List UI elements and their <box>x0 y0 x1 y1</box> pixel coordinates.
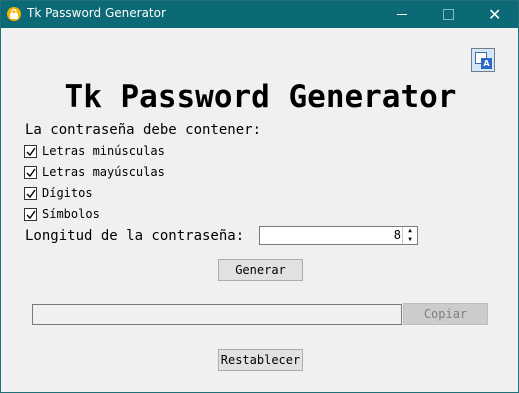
minimize-icon <box>397 14 407 15</box>
checkbox-label[interactable]: Letras minúsculas <box>42 144 165 158</box>
translate-button[interactable]: A <box>471 48 495 72</box>
copy-button[interactable]: Copiar <box>403 303 488 325</box>
checkbox-box[interactable] <box>24 145 37 158</box>
checkbox-label[interactable]: Símbolos <box>42 207 100 221</box>
length-spinbox[interactable]: 8 ▲ ▼ <box>259 226 418 245</box>
spin-arrows[interactable]: ▲ ▼ <box>402 227 417 244</box>
length-value[interactable]: 8 <box>394 228 401 242</box>
window-title: Tk Password Generator <box>27 6 166 20</box>
lock-icon <box>7 7 21 21</box>
close-icon: ✕ <box>488 5 502 24</box>
checkbox-label[interactable]: Dígitos <box>42 186 93 200</box>
maximize-button[interactable] <box>425 1 471 28</box>
check-icon <box>26 189 36 199</box>
app-window: Tk Password Generator ✕ A Tk Password Ge… <box>0 0 519 393</box>
title-bar[interactable]: Tk Password Generator ✕ <box>1 1 518 28</box>
checkbox-label[interactable]: Letras mayúsculas <box>42 165 165 179</box>
generate-button[interactable]: Generar <box>218 259 303 281</box>
requirements-label: La contraseña debe contener: <box>25 122 262 138</box>
check-icon <box>26 168 36 178</box>
maximize-icon <box>443 9 454 20</box>
minimize-button[interactable] <box>379 1 425 28</box>
password-output[interactable] <box>32 304 402 325</box>
close-button[interactable]: ✕ <box>471 1 517 28</box>
checkbox-box[interactable] <box>24 187 37 200</box>
length-label: Longitud de la contraseña: <box>25 228 245 244</box>
spin-down-icon[interactable]: ▼ <box>403 236 417 244</box>
checkbox-box[interactable] <box>24 208 37 221</box>
spin-up-icon[interactable]: ▲ <box>403 227 417 235</box>
page-title: Tk Password Generator <box>64 79 457 115</box>
check-icon <box>26 147 36 157</box>
check-icon <box>26 210 36 220</box>
checkbox-box[interactable] <box>24 166 37 179</box>
reset-button[interactable]: Restablecer <box>218 349 303 371</box>
translate-letter: A <box>481 58 492 69</box>
